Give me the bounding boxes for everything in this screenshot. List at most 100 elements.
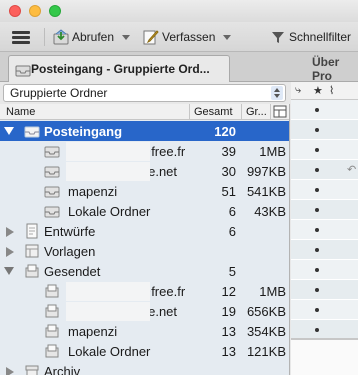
sent-folder-icon — [45, 344, 59, 358]
archive-folder-icon — [25, 365, 39, 375]
folder-row-local-sent[interactable]: Lokale Ordner 13 121KB — [0, 341, 289, 361]
message-row[interactable] — [291, 260, 358, 280]
message-row[interactable] — [291, 100, 358, 120]
folder-count: 120 — [214, 124, 236, 139]
select-arrows-icon — [271, 86, 283, 100]
folder-row-inbox[interactable]: Posteingang 120 — [0, 121, 289, 141]
folder-count: 13 — [221, 324, 236, 339]
column-total[interactable]: Gesamt — [194, 106, 233, 118]
window-titlebar — [0, 0, 358, 22]
folder-count: 5 — [228, 264, 236, 279]
inbox-folder-icon — [44, 166, 60, 178]
unread-dot-icon[interactable] — [315, 128, 319, 132]
message-row[interactable] — [291, 140, 358, 160]
app-menu-button[interactable] — [12, 26, 34, 48]
inbox-folder-icon — [44, 146, 60, 158]
folder-row-account-sent[interactable]: ste.net 19 656KB — [0, 301, 289, 321]
message-row[interactable] — [291, 120, 358, 140]
folder-row-account-inbox[interactable]: ste.net 30 997KB — [0, 161, 289, 181]
drafts-folder-icon — [26, 223, 38, 239]
column-picker-icon[interactable] — [273, 105, 287, 118]
collapsed-twisty-icon[interactable] — [6, 367, 14, 375]
unread-dot-icon[interactable] — [315, 188, 319, 192]
folder-row-account-sent[interactable]: mapenzi 13 354KB — [0, 321, 289, 341]
write-button[interactable]: Verfassen — [143, 26, 232, 48]
get-mail-dropdown-icon[interactable] — [122, 34, 131, 40]
unread-dot-icon[interactable] — [315, 268, 319, 272]
message-list-pane: ⤷ ★ ⌇ ↶ — [291, 82, 358, 375]
folder-size: 354KB — [246, 324, 286, 339]
unread-dot-icon[interactable] — [315, 308, 319, 312]
unread-dot-icon[interactable] — [315, 148, 319, 152]
folder-name: Lokale Ordner — [68, 204, 151, 219]
folder-count: 12 — [221, 284, 236, 299]
expand-twisty-icon[interactable] — [4, 267, 14, 275]
message-row[interactable] — [291, 280, 358, 300]
tab-inbox[interactable]: Posteingang - Gruppierte Ord... — [8, 55, 230, 82]
folder-count: 19 — [221, 304, 236, 319]
message-row[interactable] — [291, 180, 358, 200]
expand-twisty-icon[interactable] — [4, 127, 14, 135]
message-row[interactable] — [291, 320, 358, 340]
minimize-window-button[interactable] — [29, 5, 41, 17]
message-row[interactable]: ↶ — [291, 160, 358, 180]
attachment-column-icon[interactable]: ⌇ — [329, 84, 334, 97]
inbox-folder-icon — [44, 206, 60, 218]
inbox-folder-icon — [44, 186, 60, 198]
folder-name: Vorlagen — [44, 244, 96, 259]
get-mail-label: Abrufen — [72, 30, 115, 44]
write-label: Verfassen — [162, 30, 216, 44]
unread-dot-icon[interactable] — [315, 208, 319, 212]
folder-row-drafts[interactable]: Entwürfe 6 — [0, 221, 289, 241]
unread-dot-icon[interactable] — [315, 168, 319, 172]
unread-dot-icon[interactable] — [315, 328, 319, 332]
sent-folder-icon — [45, 324, 59, 338]
message-rows: ↶ — [291, 100, 358, 340]
tab-about[interactable]: Über Pro — [300, 54, 358, 83]
redacted-account-name — [66, 282, 150, 301]
tab-about-label: Über Pro — [312, 54, 340, 83]
collapsed-twisty-icon[interactable] — [6, 247, 14, 257]
folder-row-sent[interactable]: Gesendet 5 — [0, 261, 289, 281]
quick-filter-button[interactable]: Schnellfilter — [270, 26, 351, 48]
star-column-icon[interactable]: ★ — [313, 84, 323, 97]
thread-column-icon[interactable]: ⤷ — [295, 84, 301, 97]
folder-row-account-sent[interactable]: @free.fr 12 1MB — [0, 281, 289, 301]
close-window-button[interactable] — [9, 5, 21, 17]
zoom-window-button[interactable] — [49, 5, 61, 17]
column-divider[interactable] — [241, 104, 242, 120]
column-divider[interactable] — [189, 104, 190, 120]
column-divider[interactable] — [270, 104, 271, 120]
unread-dot-icon[interactable] — [315, 288, 319, 292]
unread-dot-icon[interactable] — [315, 108, 319, 112]
folder-mode-select[interactable]: Gruppierte Ordner — [3, 84, 286, 102]
unread-dot-icon[interactable] — [315, 228, 319, 232]
column-size[interactable]: Gr... — [246, 106, 267, 118]
folder-count: 6 — [228, 204, 236, 219]
folder-name: mapenzi — [68, 184, 118, 199]
message-row[interactable] — [291, 220, 358, 240]
folder-size: 997KB — [246, 164, 286, 179]
write-dropdown-icon[interactable] — [223, 34, 232, 40]
quick-filter-label: Schnellfilter — [289, 30, 352, 44]
message-row[interactable] — [291, 200, 358, 220]
folder-name: Entwürfe — [44, 224, 96, 239]
message-row[interactable] — [291, 300, 358, 320]
folder-row-templates[interactable]: Vorlagen — [0, 241, 289, 261]
redacted-account-name — [66, 162, 150, 181]
get-mail-button[interactable]: Abrufen — [53, 26, 131, 48]
folder-row-local-inbox[interactable]: Lokale Ordner 6 43KB — [0, 201, 289, 221]
folder-row-account-inbox[interactable]: mapenzi 51 541KB — [0, 181, 289, 201]
column-name[interactable]: Name — [6, 106, 35, 118]
message-row[interactable] — [291, 240, 358, 260]
folder-size: 541KB — [246, 184, 286, 199]
unread-dot-icon[interactable] — [315, 248, 319, 252]
sent-folder-icon — [25, 264, 39, 278]
folder-row-account-inbox[interactable]: @free.fr 39 1MB — [0, 141, 289, 161]
folder-count: 39 — [221, 144, 236, 159]
folder-name: Archiv — [44, 364, 81, 375]
replied-icon: ↶ — [347, 164, 357, 176]
folder-count: 6 — [228, 224, 236, 239]
folder-row-archive[interactable]: Archiv — [0, 361, 289, 375]
collapsed-twisty-icon[interactable] — [6, 227, 14, 237]
